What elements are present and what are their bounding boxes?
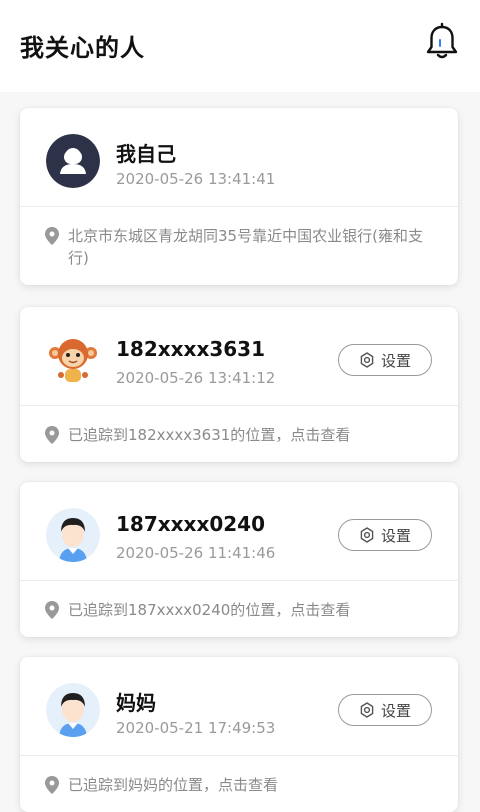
location-text: 已追踪到妈妈的位置，点击查看	[68, 776, 279, 794]
settings-label: 设置	[380, 351, 411, 370]
location-row[interactable]: 已追踪到182xxxx3631的位置，点击查看	[20, 406, 458, 462]
gear-icon	[360, 702, 374, 718]
gear-icon	[360, 352, 374, 368]
location-row[interactable]: 已追踪到妈妈的位置，点击查看	[20, 756, 458, 812]
settings-button[interactable]: 设置	[338, 344, 432, 376]
location-pin-icon	[45, 426, 59, 444]
person-name: 182xxxx3631	[116, 337, 266, 361]
settings-button[interactable]: 设置	[338, 519, 432, 551]
location-row[interactable]: 北京市东城区青龙胡同35号靠近中国农业银行(雍和支行)	[20, 207, 458, 285]
dark-person-avatar	[46, 134, 100, 188]
monkey-avatar	[46, 333, 100, 387]
person-card[interactable]: 187xxxx0240 2020-05-26 11:41:46 设置 已追踪到1…	[20, 482, 458, 637]
person-name: 我自己	[116, 142, 176, 166]
location-pin-icon	[45, 776, 59, 794]
boy-avatar	[46, 508, 100, 562]
person-card[interactable]: 182xxxx3631 2020-05-26 13:41:12 设置 已追踪到1…	[20, 307, 458, 462]
person-name: 妈妈	[116, 691, 156, 715]
card-header: 187xxxx0240 2020-05-26 11:41:46 设置	[20, 482, 458, 580]
location-text: 已追踪到187xxxx0240的位置，点击查看	[68, 601, 351, 619]
bell-icon[interactable]	[424, 22, 460, 62]
location-pin-icon	[45, 601, 59, 619]
settings-label: 设置	[380, 701, 411, 720]
settings-button[interactable]: 设置	[338, 694, 432, 726]
page-title: 我关心的人	[20, 34, 145, 62]
person-card-self[interactable]: 我自己 2020-05-26 13:41:41 北京市东城区青龙胡同35号靠近中…	[20, 108, 458, 285]
location-text: 已追踪到182xxxx3631的位置，点击查看	[68, 426, 351, 444]
app-header: 我关心的人	[0, 0, 480, 92]
location-row[interactable]: 已追踪到187xxxx0240的位置，点击查看	[20, 581, 458, 637]
card-header: 妈妈 2020-05-21 17:49:53 设置	[20, 657, 458, 755]
update-time: 2020-05-26 13:41:41	[116, 170, 276, 188]
location-pin-icon	[45, 227, 59, 245]
person-card[interactable]: 妈妈 2020-05-21 17:49:53 设置 已追踪到妈妈的位置，点击查看	[20, 657, 458, 812]
person-name: 187xxxx0240	[116, 512, 266, 536]
card-header: 182xxxx3631 2020-05-26 13:41:12 设置	[20, 307, 458, 405]
update-time: 2020-05-26 11:41:46	[116, 544, 276, 562]
settings-label: 设置	[380, 526, 411, 545]
location-text: 北京市东城区青龙胡同35号靠近中国农业银行(雍和支行)	[68, 227, 423, 267]
card-header: 我自己 2020-05-26 13:41:41	[20, 108, 458, 206]
update-time: 2020-05-26 13:41:12	[116, 369, 276, 387]
boy-avatar	[46, 683, 100, 737]
gear-icon	[360, 527, 374, 543]
update-time: 2020-05-21 17:49:53	[116, 719, 276, 737]
